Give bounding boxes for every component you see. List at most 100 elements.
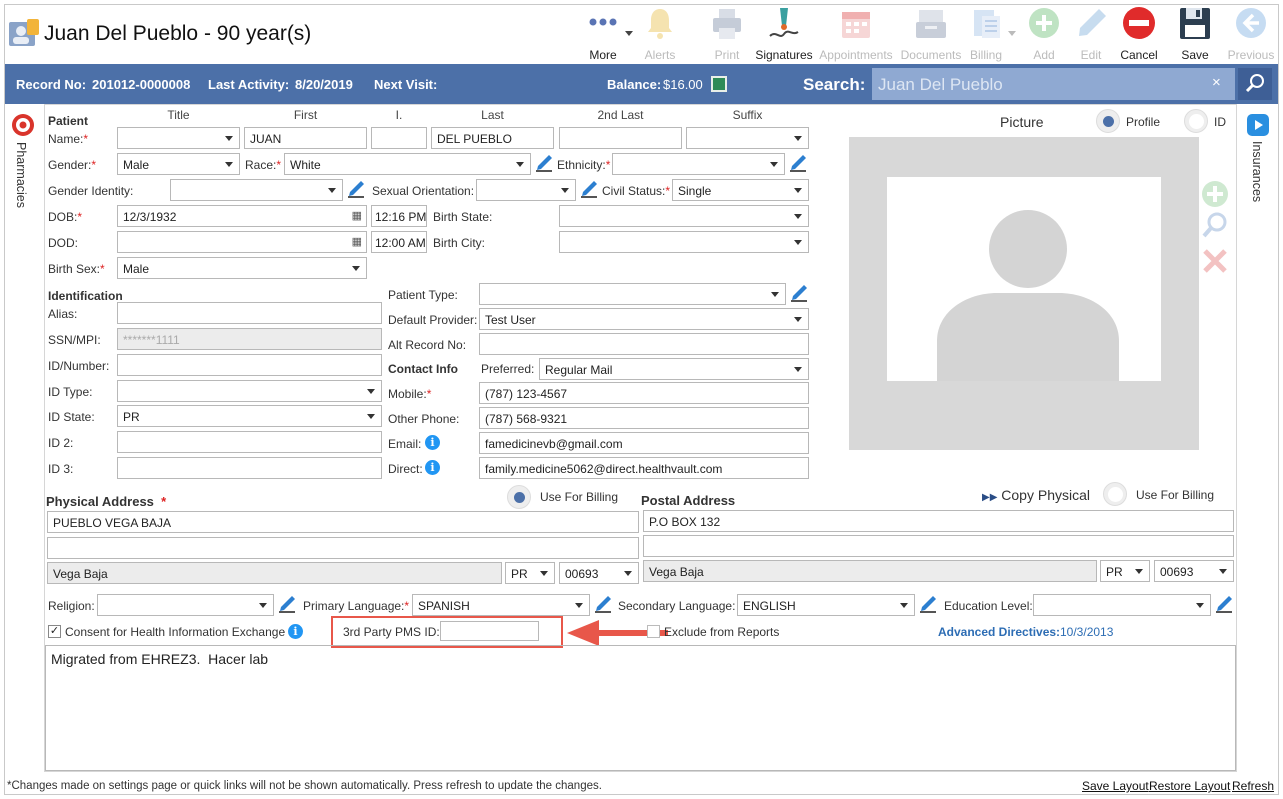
postal-zip-select[interactable]: 00693 [1154,560,1234,582]
primary-language-select[interactable]: SPANISH [412,594,590,616]
first-name-field[interactable]: JUAN [244,127,367,149]
edit-orientation-pencil-icon[interactable] [579,179,599,199]
save-layout-link[interactable]: Save Layout [1082,779,1149,793]
previous-button[interactable]: Previous [1221,6,1281,62]
edit-ethnicity-pencil-icon[interactable] [788,153,808,173]
delete-photo-icon[interactable] [1201,247,1229,275]
education-level-select[interactable] [1033,594,1211,616]
gender-select[interactable]: Male [117,153,240,175]
id-type-select[interactable] [117,380,382,402]
direct-info-icon[interactable]: i [425,460,440,475]
mobile-field[interactable]: (787) 123-4567 [479,382,809,404]
religion-select[interactable] [97,594,274,616]
bell-icon [648,9,672,39]
birth-state-select[interactable] [559,205,809,227]
consent-info-icon[interactable]: i [288,624,303,639]
dob-label: DOB:* [48,210,83,224]
id-number-field[interactable] [117,354,382,376]
pharmacies-tab[interactable]: Pharmacies [9,112,37,216]
secondary-language-select[interactable]: ENGLISH [737,594,915,616]
profile-radio[interactable] [1096,109,1120,133]
postal-address-line1[interactable]: P.O BOX 132 [643,510,1234,532]
exclude-reports-checkbox[interactable] [647,625,660,638]
search-button[interactable] [1238,68,1272,100]
race-select[interactable]: White [284,153,531,175]
dod-time-field[interactable]: 12:00 AM [371,231,427,253]
preferred-contact-select[interactable]: Regular Mail [539,358,809,380]
middle-initial-field[interactable] [371,127,427,149]
zoom-photo-icon[interactable] [1201,211,1229,239]
documents-button[interactable]: Documents [900,6,962,62]
direct-email-field[interactable]: family.medicine5062@direct.healthvault.c… [479,457,809,479]
physical-address-line1[interactable]: PUEBLO VEGA BAJA [47,511,639,533]
postal-city-field[interactable]: Vega Baja [643,560,1097,582]
physical-address-line2[interactable] [47,537,639,559]
other-phone-field[interactable]: (787) 568-9321 [479,407,809,429]
last-name-field[interactable]: DEL PUEBLO [431,127,554,149]
email-info-icon[interactable]: i [425,435,440,450]
postal-billing-label: Use For Billing [1136,488,1215,502]
dob-date-field[interactable]: 12/3/1932 [117,205,367,227]
edit-primary-language-pencil-icon[interactable] [593,594,613,614]
cancel-button[interactable]: Cancel [1109,6,1169,62]
physical-state-select[interactable]: PR [505,562,555,584]
dob-time-field[interactable]: 12:16 PM [371,205,427,227]
signatures-button[interactable]: Signatures [754,6,814,62]
patient-type-select[interactable] [479,283,786,305]
edit-race-pencil-icon[interactable] [534,153,554,173]
birth-city-select[interactable] [559,231,809,253]
restore-layout-link[interactable]: Restore Layout [1149,779,1230,793]
title-select[interactable] [117,127,240,149]
refresh-link[interactable]: Refresh [1232,779,1274,793]
advanced-directives-link[interactable]: Advanced Directives: [938,625,1060,639]
edit-gender-identity-pencil-icon[interactable] [346,179,366,199]
sexual-orientation-select[interactable] [476,179,576,201]
birth-sex-select[interactable]: Male [117,257,367,279]
suffix-select[interactable] [686,127,809,149]
edit-education-pencil-icon[interactable] [1214,594,1234,614]
id-state-select[interactable]: PR [117,405,382,427]
notes-textarea[interactable]: Migrated from EHREZ3. Hacer lab [45,645,1236,771]
pen-signature-icon [769,8,799,37]
search-input[interactable]: Juan Del Pueblo [872,68,1235,100]
second-last-name-field[interactable] [559,127,682,149]
print-button[interactable]: Print [697,6,757,62]
ssn-field[interactable]: *******1111 [117,328,382,350]
appointments-button[interactable]: Appointments [818,6,894,62]
direct-label: Direct: [388,462,423,476]
id2-field[interactable] [117,431,382,453]
postal-state-select[interactable]: PR [1100,560,1150,582]
alias-field[interactable] [117,302,382,324]
add-photo-icon[interactable] [1201,180,1229,208]
spreadsheet-icon[interactable] [711,76,727,92]
id-radio[interactable] [1184,109,1208,133]
plus-circle-icon [1029,8,1059,38]
more-button[interactable]: More [573,6,633,62]
calendar-icon [842,12,870,38]
save-button[interactable]: Save [1165,6,1225,62]
postal-billing-radio[interactable] [1103,482,1127,506]
edit-secondary-language-pencil-icon[interactable] [918,594,938,614]
ethnicity-select[interactable] [612,153,785,175]
billing-button[interactable]: Billing [962,6,1010,62]
postal-address-line2[interactable] [643,535,1234,557]
consent-checkbox[interactable]: ✓ [48,625,61,638]
physical-zip-select[interactable]: 00693 [559,562,639,584]
photo-area[interactable] [887,177,1161,381]
alerts-button[interactable]: Alerts [630,6,690,62]
civil-status-select[interactable]: Single [672,179,809,201]
edit-patient-type-pencil-icon[interactable] [789,283,809,303]
insurances-tab[interactable]: Insurances [1245,113,1273,213]
default-provider-select[interactable]: Test User [479,308,809,330]
pms-id-field[interactable] [440,621,539,641]
id3-field[interactable] [117,457,382,479]
clear-search-icon[interactable]: × [1212,74,1221,91]
physical-city-field[interactable]: Vega Baja [47,562,502,584]
copy-physical-button[interactable]: ▶▶ Copy Physical [982,487,1090,503]
gender-identity-select[interactable] [170,179,343,201]
dod-date-field[interactable] [117,231,367,253]
alt-record-field[interactable] [479,333,809,355]
edit-religion-pencil-icon[interactable] [277,594,297,614]
physical-billing-radio[interactable] [507,485,531,509]
email-field[interactable]: famedicinevb@gmail.com [479,432,809,454]
